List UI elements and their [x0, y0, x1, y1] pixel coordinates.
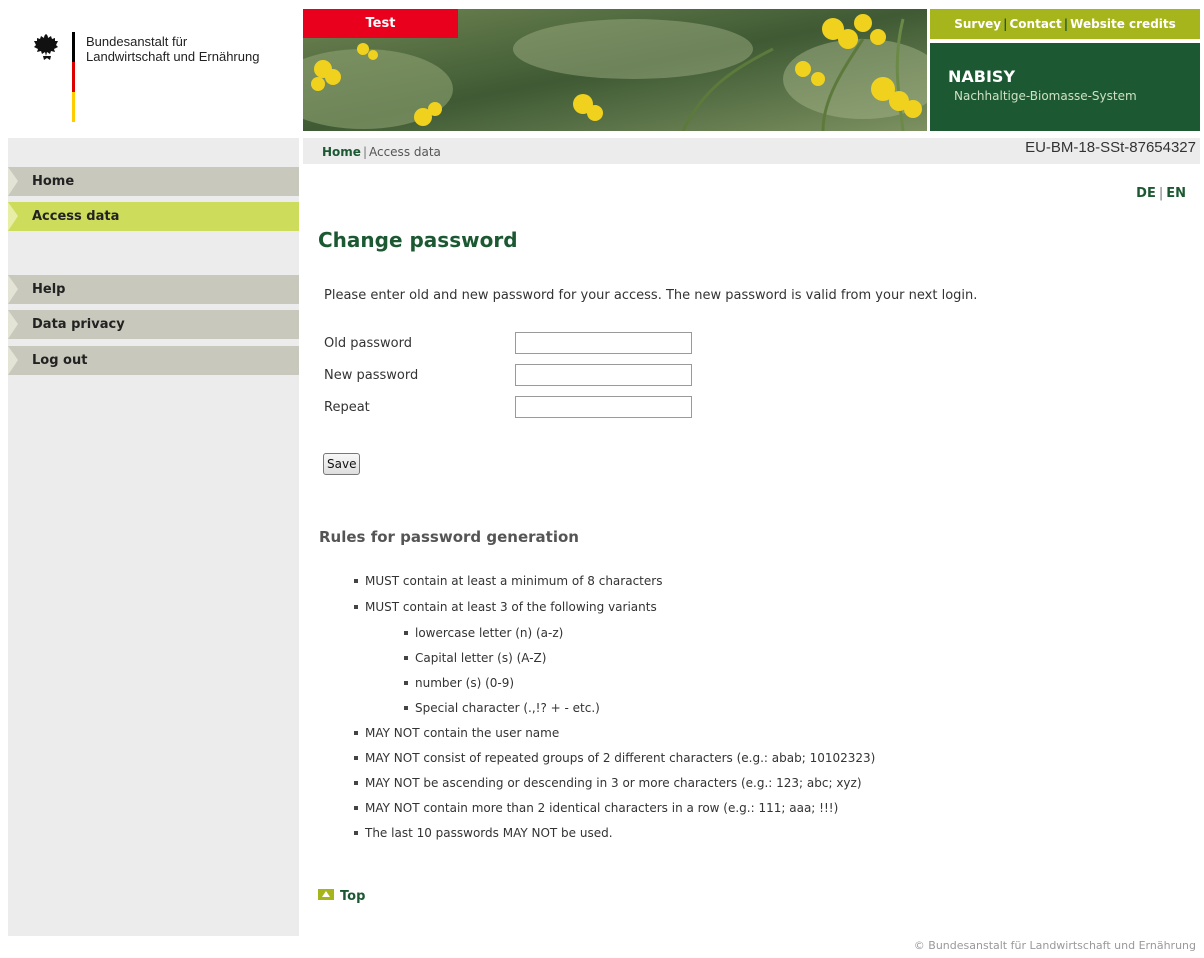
ble-logo[interactable]: Bundesanstalt für Landwirtschaft und Ern… — [34, 22, 294, 122]
nav-arrow-icon — [8, 275, 18, 304]
sidebar-item-log-out[interactable]: Log out — [8, 346, 299, 375]
new-password-label: New password — [324, 368, 419, 383]
top-nav: Survey | Contact | Website credits — [930, 9, 1200, 39]
rule-item: MUST contain at least 3 of the following… — [354, 600, 657, 614]
intro-text: Please enter old and new password for yo… — [324, 288, 978, 303]
rule-item: The last 10 passwords MAY NOT be used. — [354, 826, 613, 840]
brand-subtitle: Nachhaltige-Biomasse-System — [954, 89, 1137, 103]
rules-title: Rules for password generation — [319, 528, 579, 546]
new-password-input[interactable] — [515, 364, 692, 386]
rule-item: MUST contain at least a minimum of 8 cha… — [354, 574, 662, 588]
back-to-top-link[interactable]: Top — [318, 889, 365, 904]
language-switcher: DE | EN — [1136, 186, 1186, 201]
rule-item: MAY NOT be ascending or descending in 3 … — [354, 776, 862, 790]
rule-subitem: number (s) (0-9) — [404, 676, 514, 690]
sidebar-item-label: Home — [32, 174, 75, 189]
save-button[interactable]: Save — [323, 453, 361, 475]
nav-arrow-icon — [8, 202, 18, 231]
sidebar-background — [8, 138, 299, 936]
nav-arrow-icon — [8, 310, 18, 339]
sidebar-item-access-data[interactable]: Access data — [8, 202, 299, 231]
contact-link[interactable]: Contact — [1010, 17, 1062, 31]
rule-item: MAY NOT contain more than 2 identical ch… — [354, 801, 838, 815]
footer-copyright: © Bundesanstalt für Landwirtschaft und E… — [913, 939, 1196, 952]
breadcrumb-current: Access data — [368, 145, 441, 159]
breadcrumb: Home | Access data — [322, 145, 441, 159]
rule-subitem: Special character (.,!? + - etc.) — [404, 701, 600, 715]
rule-subitem: Capital letter (s) (A-Z) — [404, 651, 546, 665]
sidebar-item-label: Access data — [32, 209, 120, 224]
old-password-input[interactable] — [515, 332, 692, 354]
sidebar-item-home[interactable]: Home — [8, 167, 299, 196]
sidebar-item-help[interactable]: Help — [8, 275, 299, 304]
organization-name: Bundesanstalt für Landwirtschaft und Ern… — [86, 34, 260, 64]
breadcrumb-home-link[interactable]: Home — [322, 145, 361, 159]
brand-name: NABISY — [948, 67, 1016, 86]
page-title: Change password — [318, 228, 518, 252]
german-flag-bar — [72, 32, 75, 122]
arrow-up-icon — [318, 889, 334, 900]
nabisy-brand-box: NABISY Nachhaltige-Biomasse-System — [930, 43, 1200, 131]
sidebar-item-data-privacy[interactable]: Data privacy — [8, 310, 299, 339]
rule-item: MAY NOT contain the user name — [354, 726, 559, 740]
repeat-password-label: Repeat — [324, 400, 370, 415]
rule-subitem: lowercase letter (n) (a-z) — [404, 626, 563, 640]
rule-item: MAY NOT consist of repeated groups of 2 … — [354, 751, 875, 765]
nav-arrow-icon — [8, 346, 18, 375]
sidebar-item-label: Data privacy — [32, 317, 125, 332]
old-password-label: Old password — [324, 336, 412, 351]
user-id-code: EU-BM-18-SSt-87654327 — [1025, 139, 1196, 156]
sidebar-item-label: Help — [32, 282, 66, 297]
federal-eagle-icon — [34, 34, 58, 60]
sidebar-item-label: Log out — [32, 353, 88, 368]
website-credits-link[interactable]: Website credits — [1070, 17, 1176, 31]
survey-link[interactable]: Survey — [954, 17, 1001, 31]
lang-en-link[interactable]: EN — [1166, 186, 1186, 201]
lang-de-link[interactable]: DE — [1136, 186, 1156, 201]
repeat-password-input[interactable] — [515, 396, 692, 418]
test-environment-badge: Test — [303, 9, 458, 38]
nav-arrow-icon — [8, 167, 18, 196]
